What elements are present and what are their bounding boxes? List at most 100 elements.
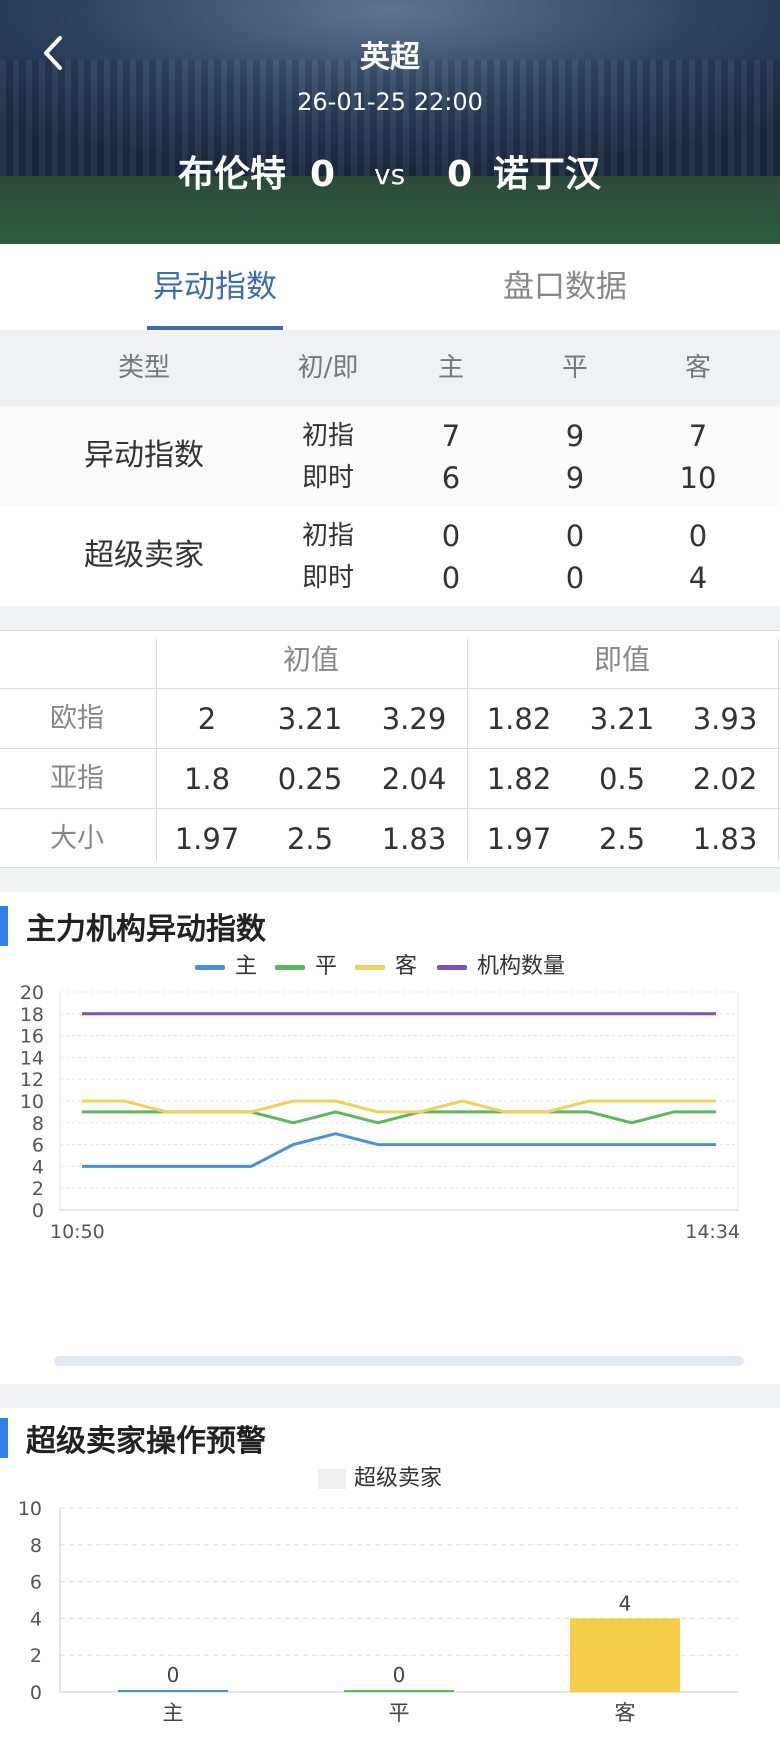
table-row: 亚指 1.8 0.25 2.04 1.82 0.5 2.02 <box>0 749 780 809</box>
x-tick-label: 10:50 <box>50 1221 105 1243</box>
y-tick-label: 10 <box>18 1498 42 1520</box>
table-cell: 10 <box>679 461 717 495</box>
table-cell: 4 <box>688 561 708 595</box>
home-score: 0 <box>310 154 336 195</box>
y-tick-label: 0 <box>32 1200 44 1222</box>
legend-swatch <box>195 964 225 970</box>
vs-label: vs <box>374 158 406 191</box>
table-cell: 0 <box>688 519 708 553</box>
bar <box>570 1618 680 1692</box>
table-cell: 9 <box>565 461 585 495</box>
row-line-label: 初指 <box>301 421 355 451</box>
legend-item[interactable]: 平 <box>275 948 337 980</box>
match-datetime: 26-01-25 22:00 <box>297 88 483 116</box>
legend-swatch <box>318 1469 346 1489</box>
table-cell: 1.82 <box>486 702 552 736</box>
table-cell: 0 <box>441 519 461 553</box>
data-label: 0 <box>393 1663 406 1687</box>
table-cell: 3.29 <box>381 702 447 736</box>
table-row: 异动指数 初指 7 9 7 即时 6 9 10 <box>0 406 780 506</box>
legend-swatch <box>355 964 385 970</box>
legend-label: 平 <box>315 954 338 979</box>
chart-scrollbar[interactable] <box>54 1356 744 1366</box>
section-title: 主力机构异动指数 <box>26 912 266 947</box>
chart-legend: 主 平 客 机构数量 <box>0 948 780 980</box>
table-cell: 2.5 <box>598 822 646 856</box>
y-tick-label: 0 <box>30 1682 42 1704</box>
section-accent-bar <box>0 1418 8 1458</box>
legend-item[interactable]: 主 <box>195 948 257 980</box>
x-tick-label: 平 <box>389 1701 410 1725</box>
table-cell: 1.83 <box>692 822 758 856</box>
header-type: 类型 <box>117 353 171 383</box>
legend-item[interactable]: 超级卖家 <box>318 1460 442 1492</box>
row-line-label: 即时 <box>301 563 355 593</box>
header-home: 主 <box>437 353 465 383</box>
table-row: 超级卖家 初指 0 0 0 即时 0 0 4 <box>0 506 780 606</box>
table-cell: 3.21 <box>589 702 655 736</box>
legend-item[interactable]: 客 <box>355 948 417 980</box>
tab-bar: 异动指数 盘口数据 <box>0 244 780 330</box>
header-away: 客 <box>684 353 712 383</box>
row-label: 亚指 <box>50 763 104 794</box>
section-accent-bar <box>0 906 8 946</box>
table-cell: 0 <box>565 561 585 595</box>
y-tick-label: 2 <box>32 1178 44 1200</box>
away-team-name: 诺丁汉 <box>493 154 602 195</box>
y-tick-label: 4 <box>30 1608 42 1630</box>
table-row: 欧指 2 3.21 3.29 1.82 3.21 3.93 <box>0 689 780 749</box>
y-tick-label: 6 <box>32 1135 44 1157</box>
y-tick-label: 10 <box>20 1091 44 1113</box>
table-cell: 1.97 <box>174 822 240 856</box>
legend-label: 机构数量 <box>477 954 566 979</box>
data-label: 0 <box>167 1663 180 1687</box>
match-detail-page: 英超 26-01-25 22:00 布伦特 0 vs 0 诺丁汉 异动指数 盘口… <box>0 0 780 1758</box>
bar <box>118 1690 228 1692</box>
table-cell: 2.5 <box>286 822 334 856</box>
x-tick-label: 客 <box>615 1701 636 1725</box>
table-cell: 1.97 <box>486 822 552 856</box>
row-label: 大小 <box>50 823 104 854</box>
header-initial-value: 初值 <box>282 643 340 676</box>
table-cell: 9 <box>565 419 585 453</box>
anomaly-table-header: 类型 初/即 主 平 客 <box>0 330 780 406</box>
x-tick-label: 主 <box>163 1701 184 1725</box>
y-tick-label: 14 <box>20 1047 44 1069</box>
table-cell: 0 <box>565 519 585 553</box>
legend-item[interactable]: 机构数量 <box>437 948 565 980</box>
header-initial-live: 初/即 <box>297 353 359 383</box>
tab-market-data[interactable]: 盘口数据 <box>485 244 645 330</box>
table-cell: 2 <box>197 702 217 736</box>
table-cell: 2.04 <box>381 762 447 796</box>
table-cell: 0 <box>441 561 461 595</box>
legend-label: 客 <box>395 954 418 979</box>
x-tick-label: 14:34 <box>685 1221 740 1243</box>
tab-anomaly-index[interactable]: 异动指数 <box>135 244 295 330</box>
y-tick-label: 8 <box>30 1535 42 1557</box>
scoreline: 布伦特 0 vs 0 诺丁汉 <box>0 150 780 200</box>
series-line <box>82 1099 716 1114</box>
row-line-label: 即时 <box>301 463 355 493</box>
match-header: 英超 26-01-25 22:00 布伦特 0 vs 0 诺丁汉 <box>0 0 780 244</box>
row-line-label: 初指 <box>301 521 355 551</box>
legend-swatch <box>275 964 305 970</box>
table-cell: 1.83 <box>381 822 447 856</box>
header-draw: 平 <box>561 353 589 383</box>
y-tick-label: 8 <box>32 1113 44 1135</box>
section-title: 超级卖家操作预警 <box>26 1424 266 1459</box>
bar <box>344 1690 454 1692</box>
super-seller-section: 超级卖家操作预警 超级卖家 0 2 4 6 8 10 0 主 0 平 4 客 <box>0 1408 780 1758</box>
y-tick-label: 2 <box>30 1645 42 1667</box>
y-tick-label: 12 <box>20 1069 44 1091</box>
header-live-value: 即值 <box>593 643 651 676</box>
home-team-name: 布伦特 <box>178 154 287 195</box>
y-tick-label: 16 <box>20 1026 44 1048</box>
bar-chart: 0 2 4 6 8 10 0 主 0 平 4 客 <box>18 1498 738 1725</box>
table-cell: 1.8 <box>183 762 231 796</box>
row-label: 欧指 <box>50 703 104 734</box>
table-cell: 3.93 <box>692 702 758 736</box>
y-tick-label: 20 <box>20 982 44 1004</box>
odds-table-header: 初值 即值 <box>0 631 780 689</box>
table-cell: 1.82 <box>486 762 552 796</box>
legend-label: 超级卖家 <box>354 1466 443 1491</box>
